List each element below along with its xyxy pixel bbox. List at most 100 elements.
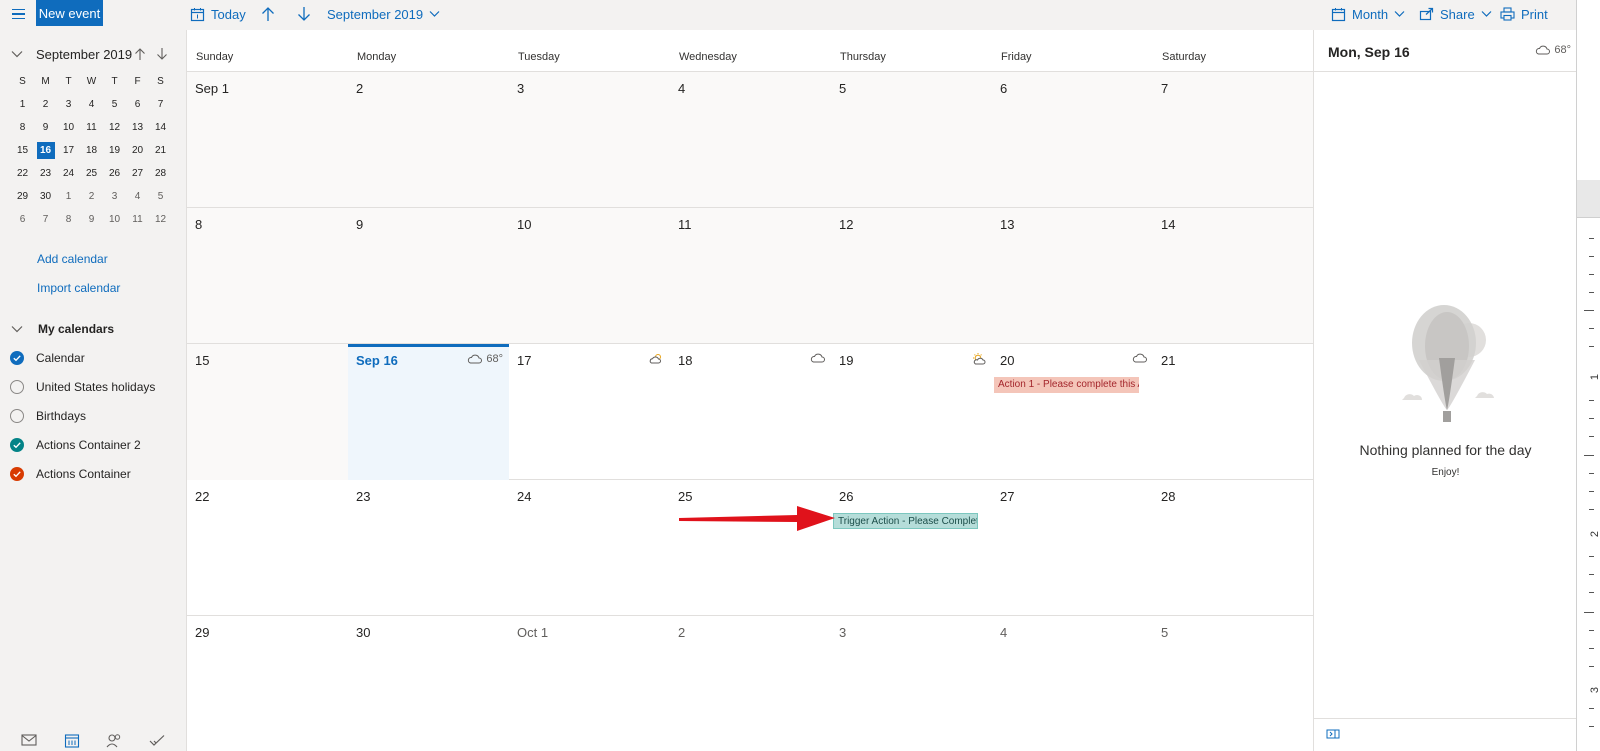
mini-day[interactable]: 9	[34, 122, 57, 133]
view-switcher-button[interactable]: Month	[1331, 4, 1405, 24]
day-cell[interactable]: 10	[509, 208, 670, 344]
calendar-item-calendar[interactable]: Calendar	[10, 349, 85, 367]
my-calendars-header[interactable]: My calendars	[10, 320, 114, 338]
mini-day[interactable]: 28	[149, 168, 172, 179]
day-cell[interactable]: 29	[187, 616, 348, 751]
mini-day[interactable]: 12	[103, 122, 126, 133]
day-cell[interactable]: 2	[348, 72, 509, 208]
day-cell-today[interactable]: Sep 16 68°	[348, 344, 509, 480]
previous-month-button[interactable]	[261, 4, 275, 24]
day-cell[interactable]: 4	[670, 72, 831, 208]
mini-calendar-title[interactable]: September 2019	[36, 47, 132, 62]
mini-day[interactable]: 4	[80, 99, 103, 110]
mini-day[interactable]: 25	[80, 168, 103, 179]
today-button[interactable]: Today	[190, 4, 246, 24]
day-cell[interactable]: 3	[831, 616, 992, 751]
share-button[interactable]: Share	[1419, 4, 1492, 24]
calendar-event[interactable]: Action 1 - Please complete this Action	[994, 377, 1139, 393]
day-cell[interactable]: 13	[992, 208, 1153, 344]
day-cell[interactable]: 22	[187, 480, 348, 616]
calendar-item-actions-container[interactable]: Actions Container	[10, 465, 131, 483]
mini-day[interactable]: 10	[103, 214, 126, 225]
mini-day[interactable]: 4	[126, 191, 149, 202]
mini-day[interactable]: 13	[126, 122, 149, 133]
day-cell[interactable]: Oct 1	[509, 616, 670, 751]
mini-day[interactable]: 2	[34, 99, 57, 110]
mail-icon[interactable]	[20, 731, 38, 749]
month-picker-button[interactable]: September 2019	[327, 4, 440, 24]
checked-circle-icon[interactable]	[10, 467, 24, 481]
mini-day-selected[interactable]: 16	[36, 142, 55, 159]
day-cell[interactable]: 4	[992, 616, 1153, 751]
unchecked-circle-icon[interactable]	[10, 380, 24, 394]
day-cell[interactable]: 8	[187, 208, 348, 344]
day-cell[interactable]: 2	[670, 616, 831, 751]
day-cell[interactable]: 5	[1153, 616, 1314, 751]
day-cell[interactable]: 28	[1153, 480, 1314, 616]
calendar-item-actions-container-2[interactable]: Actions Container 2	[10, 436, 141, 454]
mini-day[interactable]: 7	[34, 214, 57, 225]
day-cell[interactable]: 3	[509, 72, 670, 208]
mini-day[interactable]: 17	[57, 145, 80, 156]
mini-day[interactable]: 23	[34, 168, 57, 179]
mini-day[interactable]: 2	[80, 191, 103, 202]
mini-day[interactable]: 7	[149, 99, 172, 110]
checked-circle-icon[interactable]	[10, 438, 24, 452]
mini-day[interactable]: 26	[103, 168, 126, 179]
day-cell[interactable]: 26 Trigger Action - Please Complete	[831, 480, 992, 616]
day-cell[interactable]: 18	[670, 344, 831, 480]
todo-check-icon[interactable]	[148, 731, 166, 749]
mini-day[interactable]: 29	[11, 191, 34, 202]
calendar-item-us-holidays[interactable]: United States holidays	[10, 378, 155, 396]
mini-day[interactable]: 3	[103, 191, 126, 202]
mini-day[interactable]: 21	[149, 145, 172, 156]
day-cell[interactable]: 15	[187, 344, 348, 480]
checked-circle-icon[interactable]	[10, 351, 24, 365]
print-button[interactable]: Print	[1500, 4, 1548, 24]
mini-day[interactable]: 1	[11, 99, 34, 110]
mini-day[interactable]: 30	[34, 191, 57, 202]
mini-day[interactable]: 5	[103, 99, 126, 110]
day-cell[interactable]: 30	[348, 616, 509, 751]
day-cell[interactable]: 24	[509, 480, 670, 616]
hamburger-menu-icon[interactable]	[6, 3, 30, 25]
mini-next-month-icon[interactable]	[156, 46, 168, 62]
collapse-chevron-icon[interactable]	[10, 47, 24, 61]
calendar-event[interactable]: Trigger Action - Please Complete	[833, 513, 978, 529]
mini-day[interactable]: 12	[149, 214, 172, 225]
mini-day[interactable]: 5	[149, 191, 172, 202]
day-cell[interactable]: 12	[831, 208, 992, 344]
day-cell[interactable]: 7	[1153, 72, 1314, 208]
day-cell[interactable]: 11	[670, 208, 831, 344]
day-cell[interactable]: 5	[831, 72, 992, 208]
mini-day[interactable]: 10	[57, 122, 80, 133]
people-icon[interactable]	[105, 731, 123, 749]
day-cell[interactable]: 25	[670, 480, 831, 616]
day-cell[interactable]: 27	[992, 480, 1153, 616]
new-event-button[interactable]: New event	[36, 0, 103, 26]
mini-prev-month-icon[interactable]	[134, 46, 146, 62]
mini-day[interactable]: 1	[57, 191, 80, 202]
mini-day[interactable]: 24	[57, 168, 80, 179]
mini-day[interactable]: 20	[126, 145, 149, 156]
day-cell[interactable]: 19	[831, 344, 992, 480]
mini-day[interactable]: 27	[126, 168, 149, 179]
collapse-pane-icon[interactable]	[1326, 728, 1340, 742]
mini-day[interactable]: 19	[103, 145, 126, 156]
day-cell[interactable]: 23	[348, 480, 509, 616]
mini-day[interactable]: 15	[11, 145, 34, 156]
mini-day[interactable]: 11	[126, 214, 149, 225]
calendar-icon[interactable]	[63, 731, 81, 749]
add-calendar-link[interactable]: Add calendar	[37, 252, 108, 266]
mini-day[interactable]: 8	[57, 214, 80, 225]
mini-day[interactable]: 18	[80, 145, 103, 156]
mini-day[interactable]: 11	[80, 122, 103, 133]
mini-day[interactable]: 8	[11, 122, 34, 133]
mini-day[interactable]: 6	[11, 214, 34, 225]
import-calendar-link[interactable]: Import calendar	[37, 281, 120, 295]
day-cell[interactable]: 21	[1153, 344, 1314, 480]
mini-day[interactable]: 6	[126, 99, 149, 110]
mini-day[interactable]: 22	[11, 168, 34, 179]
day-cell[interactable]: 6	[992, 72, 1153, 208]
calendar-item-birthdays[interactable]: Birthdays	[10, 407, 86, 425]
